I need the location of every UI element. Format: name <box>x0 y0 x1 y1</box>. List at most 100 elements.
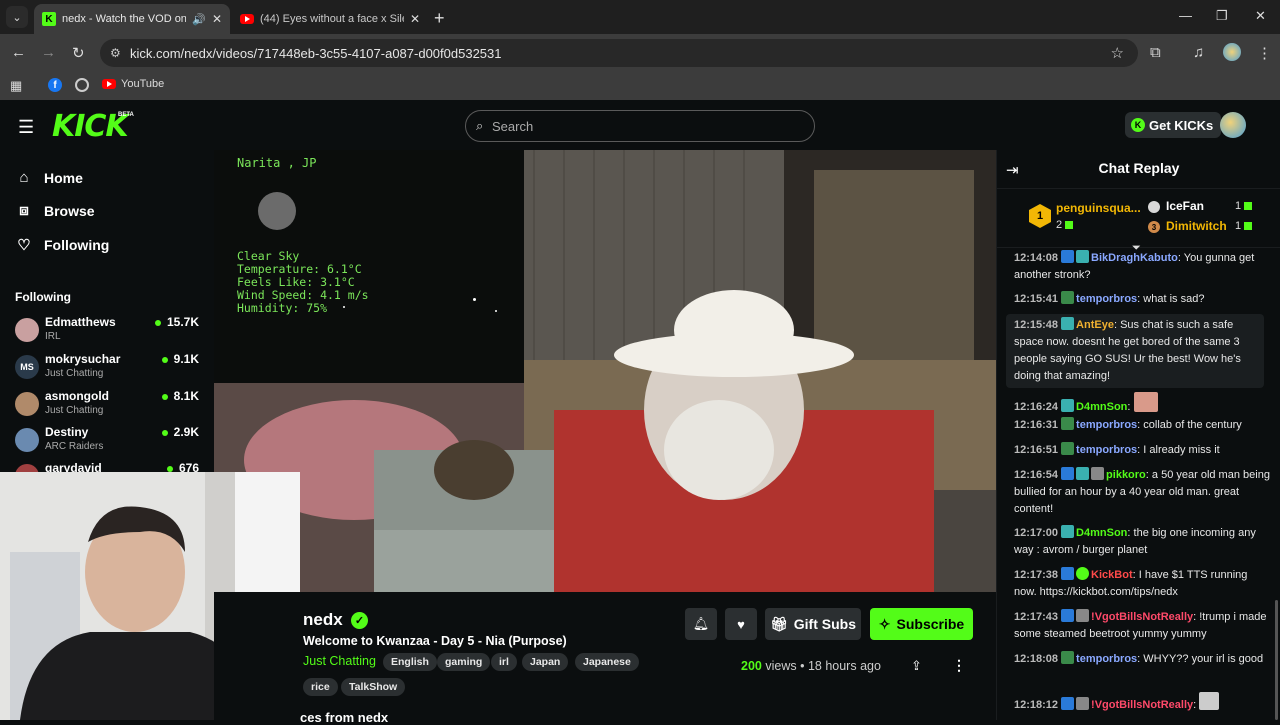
url-text: kick.com/nedx/videos/717448eb-3c55-4107-… <box>130 45 502 61</box>
gift-subs-button[interactable]: 🎁︎ Gift Subs <box>765 608 861 640</box>
chat-message: 12:16:51 temporbros: I already miss it <box>1014 442 1220 456</box>
chat-scrollbar[interactable] <box>1275 600 1278 720</box>
chat-message: 12:17:38 KickBot: I have $1 TTS running n… <box>1014 567 1248 598</box>
tag-chip[interactable]: Japanese <box>575 653 639 671</box>
channel-name: Destiny <box>45 425 89 439</box>
get-kicks-button[interactable]: K Get KICKs <box>1125 112 1222 138</box>
chat-username[interactable]: pikkoro <box>1106 469 1146 481</box>
forward-icon[interactable]: → <box>41 44 56 61</box>
share-icon[interactable]: ⇪ <box>911 658 922 674</box>
new-tab-button[interactable]: + <box>434 8 445 29</box>
channel-name: mokrysuchar <box>45 352 121 366</box>
subscribe-button[interactable]: ✧ Subscribe <box>870 608 973 640</box>
tab-title: nedx - Watch the VOD on K <box>62 13 187 25</box>
chat-username[interactable]: AntEye <box>1076 319 1114 331</box>
leader-count: 1 <box>1235 220 1253 232</box>
kick-logo[interactable]: KICK <box>52 109 129 144</box>
followed-channel[interactable]: MS mokrysuchar Just Chatting 9.1K <box>15 352 201 384</box>
followed-channel[interactable]: asmongold Just Chatting 8.1K <box>15 389 201 421</box>
search-input[interactable]: ⌕ Search <box>465 110 815 142</box>
leader-count: 1 <box>1235 200 1253 212</box>
tag-chip[interactable]: gaming <box>437 653 491 671</box>
category-link[interactable]: Just Chatting <box>303 654 376 668</box>
back-icon[interactable]: ← <box>11 44 26 61</box>
tag-chip[interactable]: TalkShow <box>341 678 406 696</box>
tag-chip[interactable]: English <box>383 653 437 671</box>
more-options-icon[interactable]: ⋮ <box>952 657 966 674</box>
chat-username[interactable]: BikDraghKabuto <box>1091 252 1178 264</box>
tag-chip[interactable]: irl <box>491 653 517 671</box>
chat-username[interactable]: D4mnSon <box>1076 527 1127 539</box>
sparkle-icon: ✧ <box>878 615 891 632</box>
sidebar-item-browse[interactable]: ⧈ Browse <box>16 202 94 219</box>
chat-username[interactable]: D4mnSon <box>1076 401 1127 413</box>
user-avatar[interactable] <box>1220 112 1246 138</box>
following-heading: Following <box>15 290 71 304</box>
badge-icon <box>1061 442 1075 455</box>
browser-toolbar: ← → ↻ ⚙ kick.com/nedx/videos/717448eb-3c… <box>0 34 1280 72</box>
chat-message: 12:15:48 AntEye: Sus chat is such a safe … <box>1006 314 1264 388</box>
channel-name[interactable]: nedx <box>303 610 343 630</box>
leader-name[interactable]: penguinsqua... <box>1056 201 1141 215</box>
channel-avatar <box>15 318 39 342</box>
tag-chip[interactable]: rice <box>303 678 338 696</box>
rank-badge-icon: 1 <box>1029 204 1051 228</box>
speaker-icon[interactable]: 🔊 <box>192 13 206 26</box>
bookmark-youtube[interactable]: YouTube <box>102 78 164 90</box>
channel-name: Edmatthews <box>45 315 116 329</box>
reload-icon[interactable]: ↻ <box>72 44 85 62</box>
chat-username[interactable]: !VgotBillsNotReally <box>1091 699 1193 711</box>
live-dot-icon <box>154 319 161 326</box>
badge-icon <box>1076 250 1090 263</box>
bookmark-globe[interactable] <box>75 78 89 92</box>
close-tab-icon[interactable]: ✕ <box>212 12 222 26</box>
followed-channel[interactable]: Destiny ARC Raiders 2.9K <box>15 425 201 457</box>
channel-avatar: MS <box>15 355 39 379</box>
leader-name[interactable]: Dimitwitch <box>1166 219 1227 233</box>
close-tab-icon[interactable]: ✕ <box>410 12 420 26</box>
weather-details: Clear Sky Temperature: 6.1°C Feels Like:… <box>237 250 369 315</box>
extensions-icon[interactable]: ⧉ <box>1150 44 1161 61</box>
restore-icon[interactable]: ❐ <box>1216 8 1228 24</box>
channel-category: Just Chatting <box>45 405 104 416</box>
video-stats: 200 views • 18 hours ago <box>741 659 881 673</box>
chat-message: 12:16:24 D4mnSon: <box>1014 392 1272 416</box>
minimize-icon[interactable]: — <box>1179 8 1192 23</box>
chat-username[interactable]: temporbros <box>1076 419 1137 431</box>
chat-username[interactable]: !VgotBillsNotReally <box>1091 611 1193 623</box>
tab-nedx[interactable]: K nedx - Watch the VOD on K 🔊 ✕ <box>34 4 230 34</box>
media-control-icon[interactable]: ♫ <box>1193 44 1204 61</box>
kick-favicon-icon: K <box>42 12 56 26</box>
bookmark-facebook[interactable]: f <box>48 78 62 92</box>
badge-icon <box>1061 467 1075 480</box>
apps-grid-icon[interactable]: ▦ <box>10 78 22 94</box>
site-info-icon[interactable]: ⚙ <box>110 46 121 60</box>
chat-username[interactable]: temporbros <box>1076 293 1137 305</box>
home-icon: ⌂ <box>19 169 29 186</box>
leader-name[interactable]: IceFan <box>1166 199 1204 213</box>
close-window-icon[interactable]: ✕ <box>1255 8 1266 24</box>
chat-username[interactable]: KickBot <box>1091 569 1133 581</box>
follow-heart-button[interactable]: ♥ <box>725 608 757 640</box>
tag-chip[interactable]: Japan <box>522 653 569 671</box>
sidebar-item-following[interactable]: ♡ Following <box>16 236 109 254</box>
menu-hamburger-icon[interactable]: ☰ <box>18 117 34 138</box>
video-player[interactable]: Narita , JP Clear Sky Temperature: 6.1°C… <box>214 150 996 592</box>
followed-channel[interactable]: Edmatthews IRL 15.7K <box>15 315 201 347</box>
gift-icon: 🎁︎ <box>769 615 788 632</box>
profile-avatar-icon[interactable] <box>1223 43 1241 61</box>
bookmark-star-icon[interactable]: ☆ <box>1111 44 1124 62</box>
chat-username[interactable]: temporbros <box>1076 444 1137 456</box>
notification-bell-button[interactable]: 🔔︎ <box>685 608 717 640</box>
chat-username[interactable]: temporbros <box>1076 653 1137 665</box>
address-bar[interactable]: ⚙ kick.com/nedx/videos/717448eb-3c55-410… <box>100 39 1138 67</box>
tab-title: (44) Eyes without a face x Silent <box>260 13 404 25</box>
live-dot-icon <box>166 465 173 472</box>
leader-count: 2 <box>1056 219 1074 231</box>
tab-youtube[interactable]: (44) Eyes without a face x Silent ✕ <box>232 4 428 34</box>
tab-search-menu-button[interactable]: ⌄ <box>6 6 28 28</box>
browser-menu-icon[interactable]: ⋮ <box>1257 44 1272 62</box>
views-count: 200 <box>741 659 762 673</box>
beta-badge: BETA <box>118 112 134 118</box>
sidebar-item-home[interactable]: ⌂ Home <box>16 169 82 186</box>
